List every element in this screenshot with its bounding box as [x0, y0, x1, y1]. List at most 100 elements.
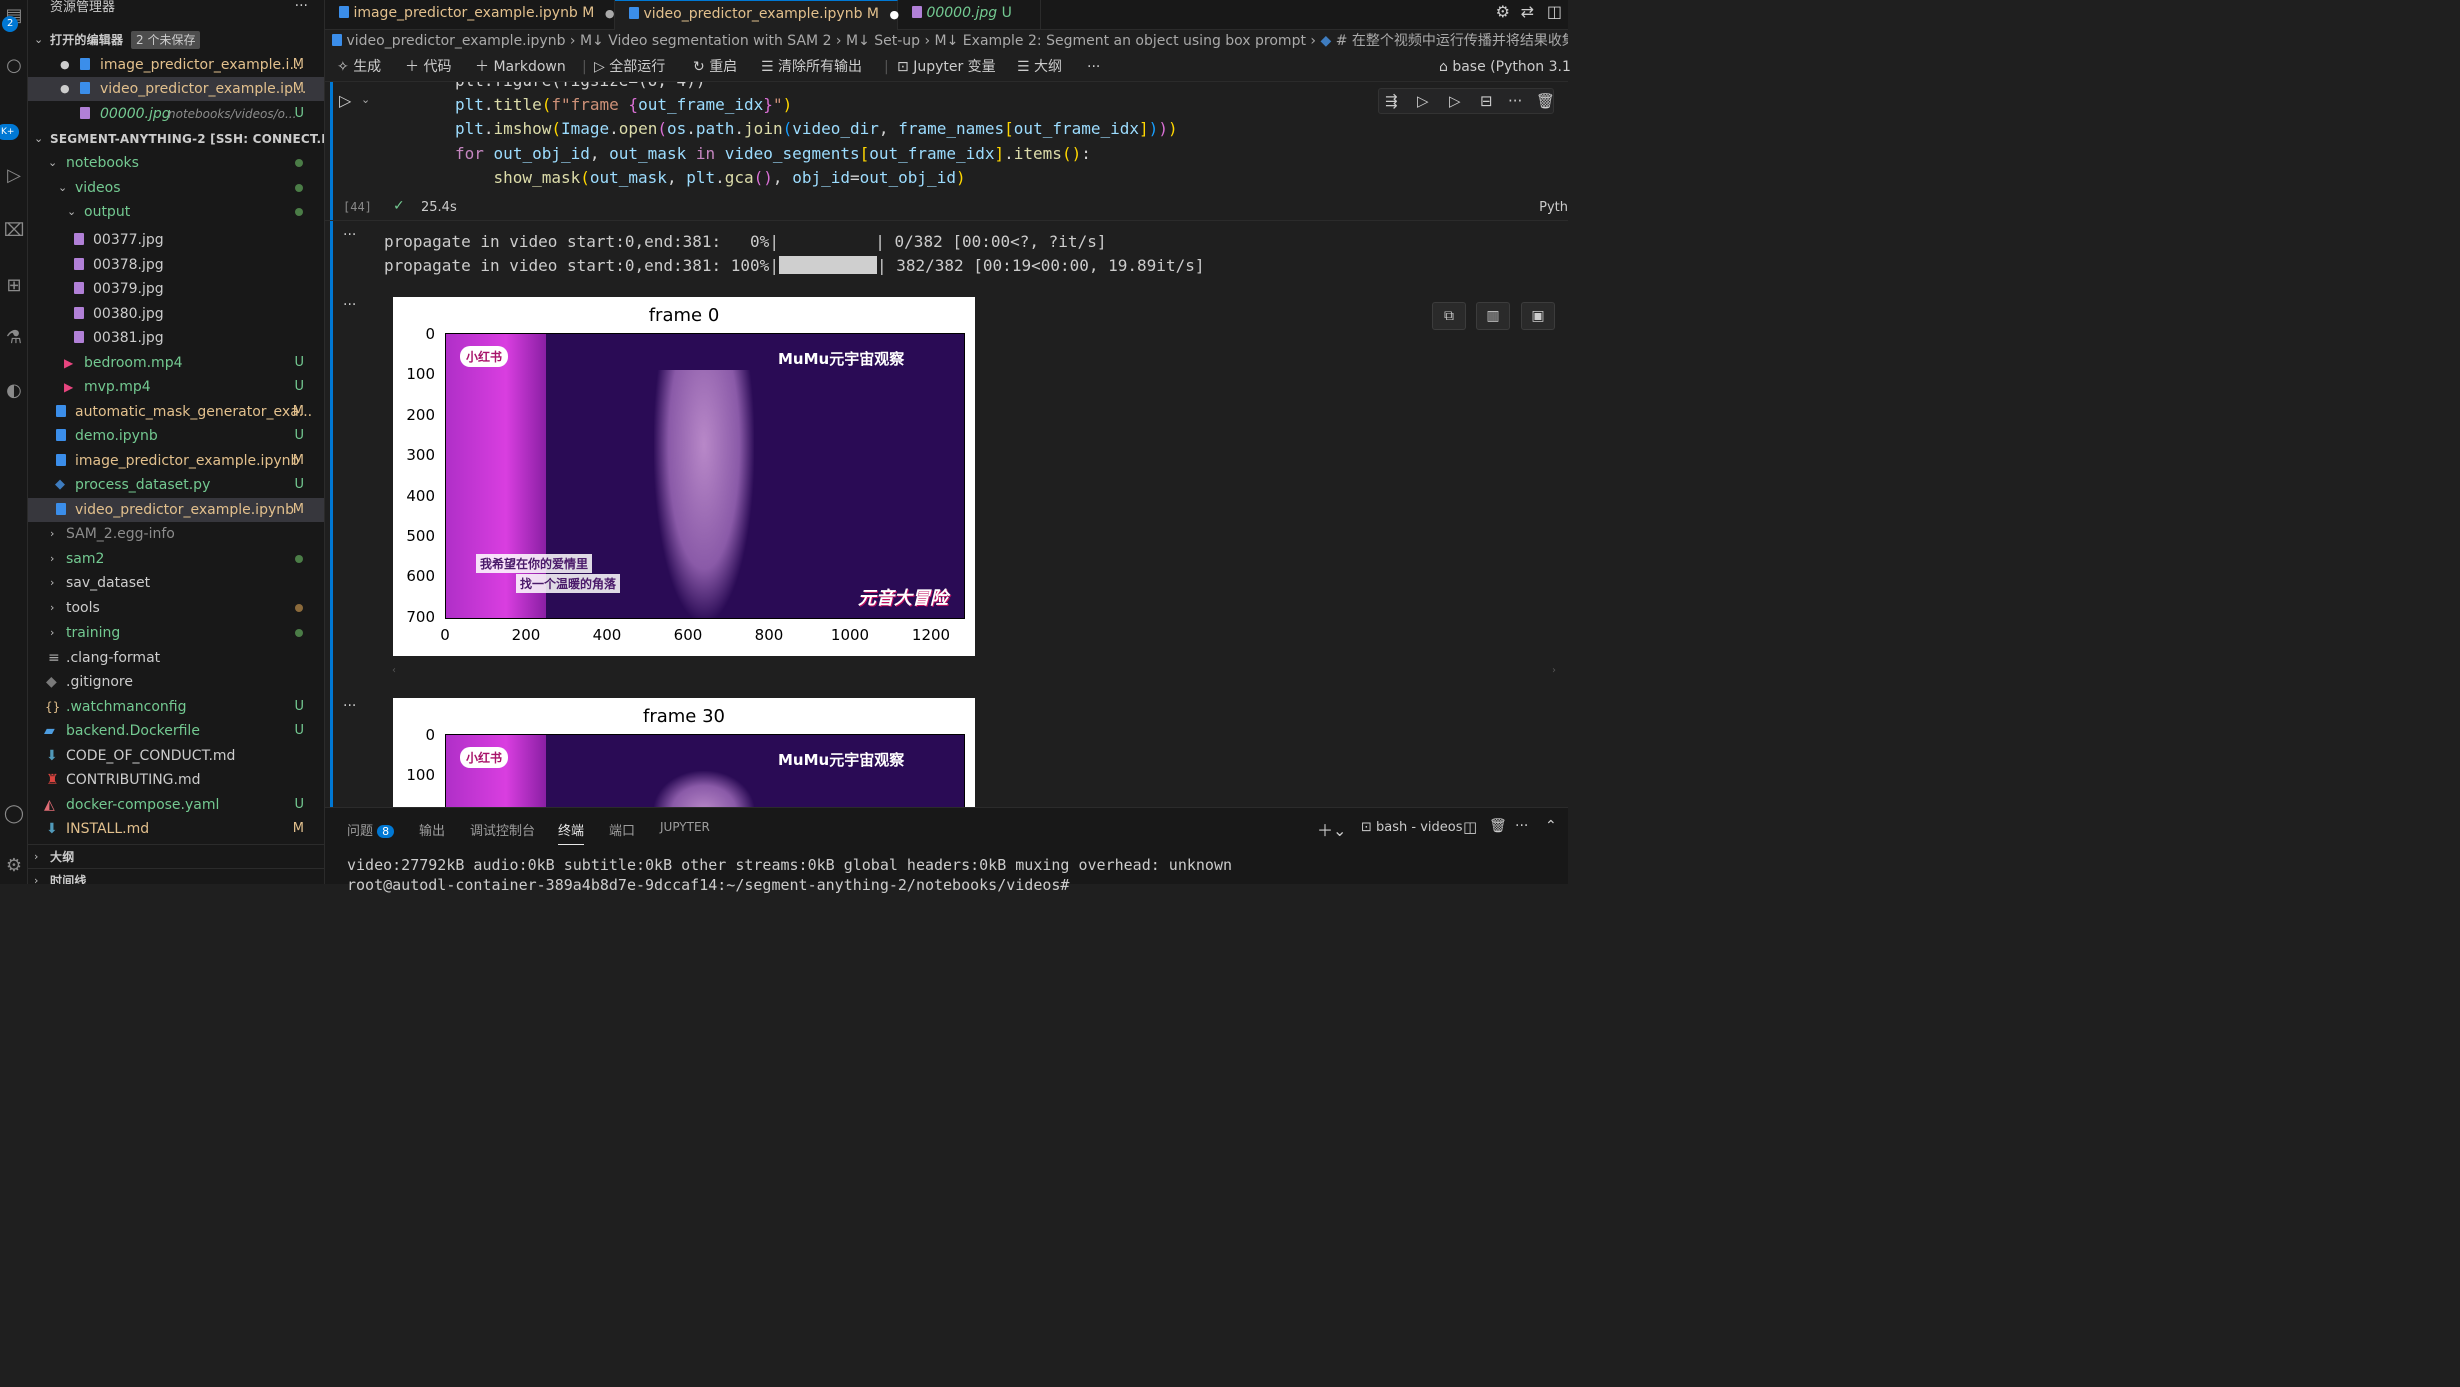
- run-below-icon[interactable]: ▷: [1449, 89, 1461, 113]
- code-line[interactable]: plt.imshow(Image.open(os.path.join(video…: [455, 117, 1178, 142]
- tree-file[interactable]: ▶ mvp.mp4 U: [28, 375, 324, 399]
- code-line[interactable]: for out_obj_id, out_mask in video_segmen…: [455, 142, 1091, 167]
- jupyter-variables-button[interactable]: ⊡ Jupyter 变量: [897, 54, 996, 80]
- tab-terminal[interactable]: 终端: [558, 820, 585, 845]
- tab-00000-jpg[interactable]: 00000.jpg U: [898, 0, 1041, 30]
- scroll-left-icon[interactable]: ‹: [392, 665, 396, 676]
- kernel-picker[interactable]: ⌂ base (Python 3.1: [1439, 54, 1571, 80]
- tree-file[interactable]: ⬇ INSTALL.md M: [28, 817, 324, 841]
- outline-button[interactable]: ☰ 大纲: [1017, 54, 1062, 80]
- testing-icon[interactable]: ⚗: [0, 322, 28, 352]
- generate-button[interactable]: ✧ 生成: [337, 54, 381, 80]
- tab-output[interactable]: 输出: [419, 820, 445, 839]
- output-more-icon[interactable]: ···: [343, 297, 356, 313]
- tree-file[interactable]: automatic_mask_generator_exa... M: [28, 400, 324, 424]
- add-markdown-button[interactable]: ＋ Markdown: [475, 54, 566, 80]
- tab-jupyter[interactable]: JUPYTER: [660, 820, 710, 834]
- delete-cell-icon[interactable]: 🗑: [1536, 89, 1555, 113]
- dirty-dot-icon[interactable]: ●: [60, 77, 70, 101]
- terminal-prompt[interactable]: root@autodl-container-389a4b8d7e-9dccaf1…: [347, 876, 1079, 894]
- kill-terminal-icon[interactable]: 🗑: [1489, 818, 1507, 834]
- terminal-selector[interactable]: ⊡ bash - videos: [1361, 820, 1463, 835]
- plot-viewer-button[interactable]: ▥: [1476, 302, 1510, 330]
- tree-file[interactable]: ♜ CONTRIBUTING.md: [28, 768, 324, 792]
- clear-outputs-button[interactable]: ☰ 清除所有输出: [761, 54, 862, 80]
- tree-file[interactable]: 00380.jpg: [28, 302, 324, 326]
- breadcrumb-item[interactable]: # 在整个视频中运行传播并将结果收集到一个字: [1336, 33, 1568, 49]
- more-actions-icon[interactable]: ···: [1515, 818, 1528, 834]
- extensions-icon[interactable]: ⊞: [0, 270, 28, 300]
- cell-language[interactable]: Pyth: [1539, 200, 1568, 215]
- open-editor-item[interactable]: ● image_predictor_example.i... M: [28, 53, 324, 77]
- settings-gear-icon[interactable]: ⚙: [1496, 2, 1510, 21]
- github-icon[interactable]: ◐: [0, 375, 28, 405]
- tree-folder[interactable]: › sav_dataset: [28, 571, 324, 595]
- tab-video-predictor[interactable]: video_predictor_example.ipynb M ●: [615, 0, 899, 30]
- tree-file[interactable]: ⬇ CODE_OF_CONDUCT.md: [28, 744, 324, 768]
- remote-explorer-icon[interactable]: ⌧: [0, 215, 28, 245]
- tree-file[interactable]: ◭ docker-compose.yaml U: [28, 793, 324, 817]
- tree-folder[interactable]: ⌄ videos: [28, 176, 324, 200]
- tab-ports[interactable]: 端口: [609, 820, 635, 839]
- tree-folder[interactable]: › sam2: [28, 547, 324, 571]
- tree-file[interactable]: ≡ .clang-format: [28, 646, 324, 670]
- code-line[interactable]: plt.title(f"frame {out_frame_idx}"): [455, 93, 792, 118]
- workspace-header[interactable]: ⌄ SEGMENT-ANYTHING-2 [SSH: CONNECT.BJB..…: [28, 127, 324, 151]
- split-cell-icon[interactable]: ⊟: [1480, 89, 1493, 113]
- output-more-icon[interactable]: ···: [343, 698, 356, 714]
- tree-folder[interactable]: › SAM_2.egg-info: [28, 522, 324, 546]
- tree-file[interactable]: ◆ process_dataset.py U: [28, 473, 324, 497]
- restart-button[interactable]: ↻ 重启: [693, 54, 737, 80]
- scroll-right-icon[interactable]: ›: [1552, 665, 1556, 676]
- more-actions-icon[interactable]: ···: [1087, 54, 1100, 80]
- copy-output-button[interactable]: ⧉: [1432, 302, 1466, 330]
- run-debug-icon[interactable]: ▷: [0, 160, 28, 190]
- tab-problems[interactable]: 问题 8: [347, 820, 395, 839]
- open-editor-item[interactable]: ● video_predictor_example.ip... M: [28, 77, 324, 101]
- tree-file[interactable]: 00377.jpg: [28, 228, 324, 252]
- timeline-header[interactable]: › 时间线: [28, 868, 324, 884]
- tree-file[interactable]: 00381.jpg: [28, 326, 324, 350]
- tree-folder[interactable]: › tools: [28, 596, 324, 620]
- outline-header[interactable]: › 大纲: [28, 844, 324, 868]
- tree-folder[interactable]: ⌄ output: [28, 200, 324, 224]
- tree-file-selected[interactable]: video_predictor_example.ipynb M: [28, 498, 324, 522]
- breadcrumb-item[interactable]: M↓ Example 2: Segment an object using bo…: [935, 33, 1306, 49]
- open-editor-item[interactable]: 00000.jpg notebooks/videos/o... U: [28, 102, 324, 126]
- settings-gear-icon[interactable]: ⚙: [0, 850, 28, 880]
- tree-file[interactable]: 00379.jpg: [28, 277, 324, 301]
- chevron-down-icon[interactable]: ⌄: [361, 93, 370, 106]
- more-actions-icon[interactable]: ···: [295, 0, 308, 14]
- search-icon[interactable]: ○: [0, 50, 28, 80]
- split-editor-icon[interactable]: ◫: [1547, 2, 1562, 21]
- tab-image-predictor[interactable]: image_predictor_example.ipynb M ●: [325, 0, 615, 30]
- dirty-dot-icon[interactable]: ●: [605, 7, 615, 20]
- more-actions-icon[interactable]: ···: [1508, 89, 1522, 113]
- run-all-button[interactable]: ▷ 全部运行: [594, 54, 665, 80]
- add-code-button[interactable]: ＋ 代码: [405, 54, 451, 80]
- run-above-icon[interactable]: ⇶: [1385, 89, 1398, 113]
- breadcrumb-item[interactable]: video_predictor_example.ipynb: [346, 33, 565, 49]
- tree-file[interactable]: ◆ .gitignore: [28, 670, 324, 694]
- tab-debug-console[interactable]: 调试控制台: [470, 820, 535, 839]
- tree-file[interactable]: image_predictor_example.ipynb M: [28, 449, 324, 473]
- breadcrumb-item[interactable]: M↓ Set-up: [846, 33, 920, 49]
- dirty-dot-icon[interactable]: ●: [60, 53, 70, 77]
- tree-file[interactable]: 00378.jpg: [28, 253, 324, 277]
- tree-file[interactable]: ▰ backend.Dockerfile U: [28, 719, 324, 743]
- terminal-line[interactable]: video:27792kB audio:0kB subtitle:0kB oth…: [347, 856, 1232, 874]
- tree-folder[interactable]: ⌄ notebooks: [28, 151, 324, 175]
- account-icon[interactable]: ◯: [0, 798, 28, 828]
- breadcrumb-item[interactable]: M↓ Video segmentation with SAM 2: [580, 33, 832, 49]
- compare-icon[interactable]: ⇄: [1521, 2, 1534, 21]
- split-terminal-icon[interactable]: ◫: [1463, 818, 1477, 836]
- save-output-button[interactable]: ▣: [1521, 302, 1555, 330]
- run-cell-icon[interactable]: ▷: [339, 91, 351, 110]
- code-line[interactable]: show_mask(out_mask, plt.gca(), obj_id=ou…: [455, 166, 966, 191]
- tree-file[interactable]: {} .watchmanconfig U: [28, 695, 324, 719]
- tree-file[interactable]: demo.ipynb U: [28, 424, 324, 448]
- code-line[interactable]: plt.figure(figsize=(6, 4)): [455, 82, 705, 94]
- maximize-panel-icon[interactable]: ⌃: [1545, 818, 1557, 834]
- run-cell-icon[interactable]: ▷: [1417, 89, 1429, 113]
- new-terminal-icon[interactable]: ＋⌄: [1317, 817, 1346, 841]
